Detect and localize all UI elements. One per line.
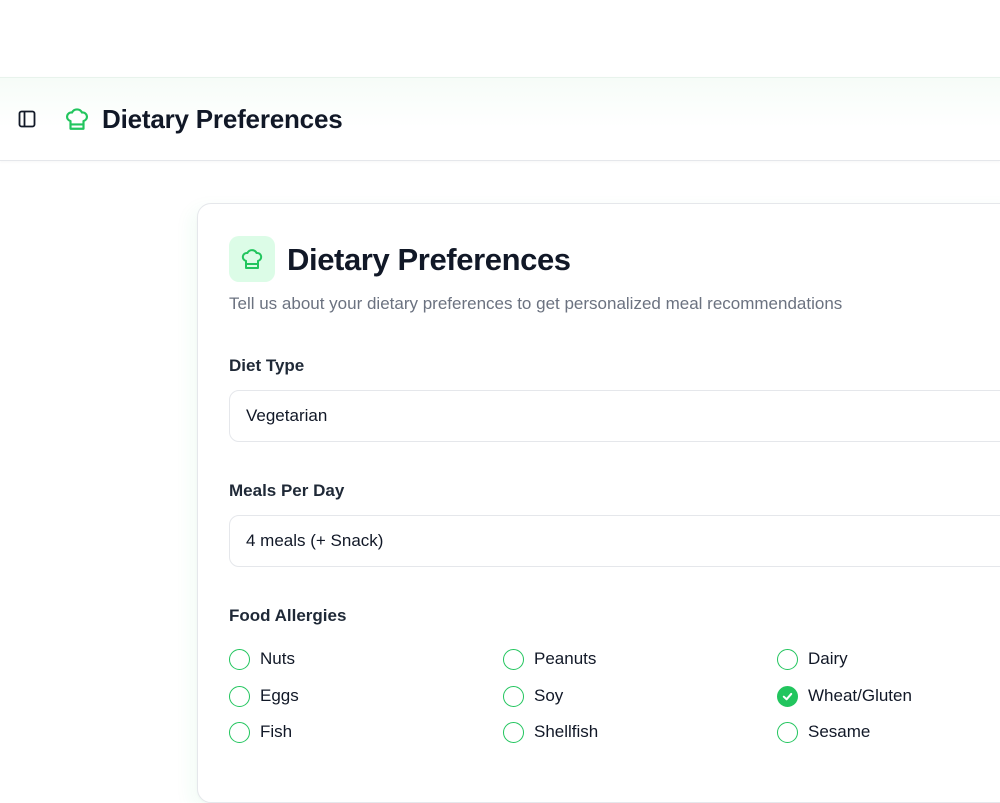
sidebar-panel-icon[interactable] (14, 106, 40, 132)
allergy-option-wheat-gluten[interactable]: Wheat/Gluten (777, 684, 912, 708)
allergy-label: Nuts (260, 649, 295, 668)
allergy-label: Soy (534, 686, 564, 705)
card-subtitle: Tell us about your dietary preferences t… (229, 294, 843, 313)
allergy-option-peanuts[interactable]: Peanuts (503, 647, 596, 671)
allergy-label: Sesame (808, 722, 871, 741)
allergy-label: Shellfish (534, 722, 599, 741)
allergy-label: Eggs (260, 686, 299, 705)
card-title: Dietary Preferences (287, 242, 571, 277)
checkbox-circle-icon (777, 721, 798, 743)
top-bar: Dietary Preferences (0, 77, 1000, 161)
food-allergies-label: Food Allergies (229, 606, 347, 625)
checkbox-circle-icon (503, 648, 524, 670)
allergy-option-eggs[interactable]: Eggs (229, 684, 299, 708)
allergy-option-dairy[interactable]: Dairy (777, 647, 848, 671)
preferences-card: Dietary Preferences Tell us about your d… (197, 203, 1000, 803)
checkbox-circle-icon (503, 685, 524, 707)
allergy-option-soy[interactable]: Soy (503, 684, 563, 708)
chef-hat-icon (64, 106, 90, 132)
meals-per-day-value: 4 meals (+ Snack) (246, 531, 384, 550)
check-circle-icon (777, 685, 798, 707)
allergy-option-shellfish[interactable]: Shellfish (503, 720, 598, 744)
allergy-option-nuts[interactable]: Nuts (229, 647, 295, 671)
meals-per-day-select[interactable]: 4 meals (+ Snack) (229, 515, 1000, 567)
allergy-label: Wheat/Gluten (808, 686, 912, 705)
meals-per-day-label: Meals Per Day (229, 481, 345, 500)
diet-type-select[interactable]: Vegetarian (229, 390, 1000, 442)
checkbox-circle-icon (777, 648, 798, 670)
checkbox-circle-icon (503, 721, 524, 743)
checkbox-circle-icon (229, 648, 250, 670)
chef-hat-icon (229, 236, 275, 282)
allergy-option-fish[interactable]: Fish (229, 720, 292, 744)
allergy-label: Peanuts (534, 649, 597, 668)
diet-type-value: Vegetarian (246, 406, 328, 425)
diet-type-label: Diet Type (229, 356, 305, 375)
allergy-label: Dairy (808, 649, 848, 668)
page-title: Dietary Preferences (102, 104, 343, 134)
allergy-label: Fish (260, 722, 293, 741)
checkbox-circle-icon (229, 721, 250, 743)
allergy-option-sesame[interactable]: Sesame (777, 720, 870, 744)
checkbox-circle-icon (229, 685, 250, 707)
